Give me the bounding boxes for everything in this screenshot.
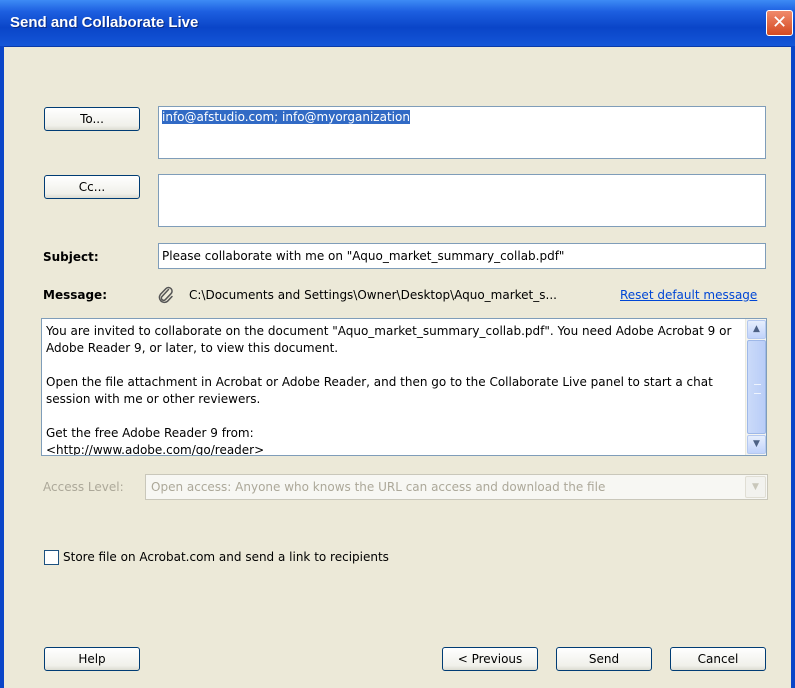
send-button[interactable]: Send [556,647,652,671]
close-icon: ✕ [771,12,788,33]
send-button-label: Send [588,652,620,666]
previous-button[interactable]: < Previous [442,647,538,671]
message-body: You are invited to collaborate on the do… [46,324,732,456]
scroll-up-icon[interactable]: ▲ [747,320,766,339]
scroll-down-icon[interactable]: ▼ [747,435,766,454]
reset-default-message-link[interactable]: Reset default message [620,288,757,302]
access-level-select[interactable]: Open access: Anyone who knows the URL ca… [145,474,768,500]
cc-field[interactable] [158,174,766,227]
help-button-label: Help [78,652,106,666]
to-button[interactable]: To... [44,107,140,131]
paperclip-icon [158,286,173,304]
scroll-grip-icon [754,384,761,394]
access-level-value: Open access: Anyone who knows the URL ca… [151,480,606,494]
window-title: Send and Collaborate Live [10,14,199,31]
chevron-down-icon[interactable]: ▼ [745,476,766,498]
message-scrollbar[interactable]: ▲ ▼ [745,319,766,455]
attachment-path: C:\Documents and Settings\Owner\Desktop\… [189,288,557,302]
subject-field-value: Please collaborate with me on "Aquo_mark… [162,249,565,263]
cancel-button-label: Cancel [697,652,739,666]
store-on-acrobat-checkbox[interactable] [44,550,59,565]
subject-field[interactable]: Please collaborate with me on "Aquo_mark… [158,243,766,269]
message-label: Message: [43,288,107,302]
previous-button-label: < Previous [457,652,523,666]
cc-button-label: Cc... [78,180,106,194]
subject-label: Subject: [43,250,99,264]
window-frame-right [791,46,795,688]
store-on-acrobat-label[interactable]: Store file on Acrobat.com and send a lin… [63,550,389,564]
to-field[interactable]: info@afstudio.com; info@myorganization [158,106,766,159]
cancel-button[interactable]: Cancel [670,647,766,671]
cc-button[interactable]: Cc... [44,175,140,199]
access-level-label: Access Level: [43,480,124,494]
close-button[interactable]: ✕ [766,10,793,36]
to-button-label: To... [80,112,104,126]
window-frame-left [0,46,4,688]
help-button[interactable]: Help [44,647,140,671]
to-field-value: info@afstudio.com; info@myorganization [162,110,410,124]
scroll-thumb[interactable] [747,340,766,434]
title-bar: Send and Collaborate Live ✕ [0,0,795,47]
message-textarea[interactable]: You are invited to collaborate on the do… [41,318,767,456]
